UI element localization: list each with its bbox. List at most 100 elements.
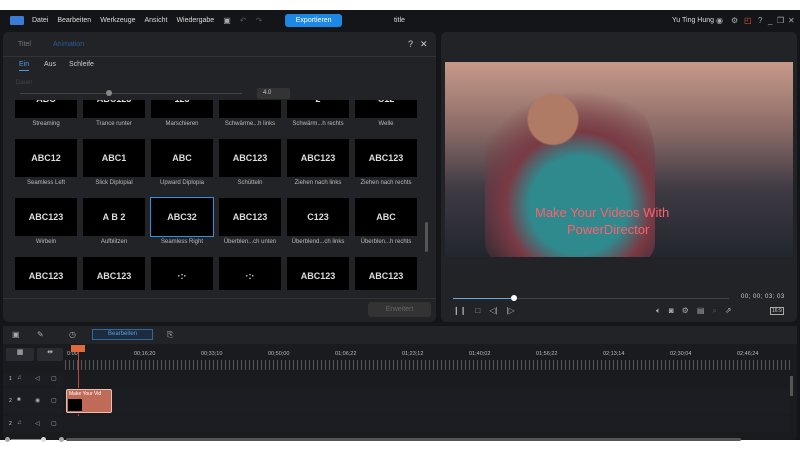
effect-item[interactable]: ABC123 Überblen...ch unten — [219, 198, 281, 245]
effect-item[interactable]: ABC123 — [287, 257, 349, 290]
next-frame-icon[interactable]: |▷ — [506, 306, 514, 315]
mute-icon[interactable]: ◁ — [35, 420, 40, 427]
help-button[interactable]: ? — [408, 39, 413, 49]
effect-item[interactable]: ABC12 Seamless Left — [15, 139, 77, 186]
notification-icon[interactable]: ◰ — [744, 16, 752, 25]
duration-slider[interactable] — [20, 93, 242, 94]
timeline-ruler[interactable] — [65, 360, 790, 370]
effect-item[interactable]: C123 Überblend...ch links — [287, 198, 349, 245]
tab-titel[interactable]: Titel — [18, 41, 31, 48]
pause-icon[interactable]: ❙❙ — [453, 306, 466, 315]
track-2-header: 2 ■ ◉ ▢ — [3, 388, 63, 414]
effect-thumbnail: ABC123 — [15, 198, 77, 236]
zoom-icon[interactable]: ⌕ — [712, 306, 716, 316]
save-icon[interactable]: ▣ — [223, 16, 231, 25]
track-manager-button[interactable]: ▦ — [6, 348, 34, 361]
tab-animation[interactable]: Animation — [53, 41, 84, 48]
menu-werkzeuge[interactable]: Werkzeuge — [100, 17, 135, 24]
subtab-aus[interactable]: Aus — [44, 61, 56, 68]
subtitle-icon[interactable]: ▤ — [697, 306, 705, 316]
zoom-slider-handle[interactable] — [41, 437, 46, 442]
effect-item[interactable]: ABC32 Seamless Right — [150, 197, 214, 245]
lock-icon[interactable]: ▢ — [51, 375, 57, 382]
lock-icon[interactable]: ▢ — [51, 397, 57, 404]
timeline-hscrollbar[interactable] — [66, 438, 741, 441]
menu-datei[interactable]: Datei — [32, 17, 48, 24]
mute-icon[interactable]: ◁ — [35, 375, 40, 382]
export-button[interactable]: Exportieren — [285, 14, 343, 27]
effect-item[interactable]: ABC1 Slick Diplopial — [83, 139, 145, 186]
settings-icon[interactable]: ⚙ — [682, 306, 689, 316]
undo-icon[interactable]: ↶ — [240, 16, 247, 25]
effect-label: Schütteln — [237, 180, 263, 186]
title-clip[interactable]: Make Your Vid — [66, 389, 112, 413]
effect-item[interactable]: ABC123 Trance runter — [83, 100, 145, 127]
effect-item[interactable]: ABC Streaming — [15, 100, 77, 127]
stop-icon[interactable]: □ — [475, 306, 480, 315]
track-2-lane — [65, 388, 790, 414]
app-logo — [10, 16, 24, 25]
zoom-out-icon[interactable] — [5, 437, 10, 442]
edit-button[interactable]: Bearbeiten — [92, 329, 153, 340]
effect-item[interactable]: ABC123 Ziehen nach rechts — [355, 139, 417, 186]
fit-timeline-button[interactable]: ⇹ — [37, 348, 63, 361]
minimize-icon[interactable]: _ — [768, 16, 772, 25]
redo-icon[interactable]: ↷ — [255, 16, 262, 25]
effect-item[interactable]: Schwärme...h links — [219, 100, 281, 127]
close-window-icon[interactable]: ✕ — [788, 16, 795, 25]
zoom-in-icon[interactable] — [59, 437, 64, 442]
edit-pen-icon[interactable]: ✎ — [37, 330, 44, 339]
effect-item[interactable]: ABC123 — [355, 257, 417, 290]
media-room-icon[interactable]: ▣ — [12, 330, 20, 339]
effect-item[interactable]: 2 Schwärm...h rechts — [287, 100, 349, 127]
duration-input[interactable]: 4.0 — [257, 88, 290, 99]
gear-icon[interactable]: ⚙ — [731, 16, 738, 25]
volume-icon[interactable]: 🔈︎ — [656, 306, 661, 316]
effect-item[interactable]: ABC Überblen...h rechts — [355, 198, 417, 245]
aspect-ratio[interactable]: 16:9 — [770, 307, 784, 315]
subtab-ein[interactable]: Ein — [19, 61, 30, 71]
grid-scrollbar[interactable] — [425, 222, 428, 252]
subtab-schleife[interactable]: Schleife — [69, 61, 94, 68]
effect-item[interactable]: 123 Marschieren — [151, 100, 213, 127]
effect-item[interactable]: ABC Upward Diplopia — [151, 139, 213, 186]
effect-item[interactable]: ABC123 — [83, 257, 145, 290]
effect-item[interactable]: ·:· — [151, 257, 213, 290]
clock-icon[interactable]: ◷ — [69, 330, 76, 339]
restore-icon[interactable]: ❐ — [777, 16, 784, 25]
effect-thumbnail: ABC123 — [15, 257, 77, 290]
playback-handle[interactable] — [510, 295, 517, 301]
lock-icon[interactable]: ▢ — [51, 420, 57, 427]
snapshot-icon[interactable]: ◙ — [669, 306, 674, 316]
effect-item[interactable]: ABC123 Wirbeln — [15, 198, 77, 245]
effect-item[interactable]: ABC123 Ziehen nach links — [287, 139, 349, 186]
prev-frame-icon[interactable]: ◁| — [489, 306, 497, 315]
effect-label: Upward Diplopia — [159, 180, 205, 186]
menu-wiedergabe[interactable]: Wiedergabe — [176, 17, 214, 24]
zoom-slider[interactable] — [11, 439, 44, 440]
effect-label: Slick Diplopial — [95, 180, 133, 186]
advanced-button[interactable]: Erweitert — [368, 302, 431, 317]
export-clip-icon[interactable]: ⎘ — [167, 330, 173, 340]
track-number: 2 — [9, 398, 12, 404]
effect-item[interactable]: ·:· — [219, 257, 281, 290]
playhead-marker[interactable] — [71, 345, 85, 352]
external-view-icon[interactable]: ⇗ — [725, 306, 732, 316]
ruler-tick-label: 00;50;00 — [268, 351, 290, 357]
close-button[interactable]: ✕ — [420, 39, 428, 50]
menu-ansicht[interactable]: Ansicht — [144, 17, 167, 24]
effect-item[interactable]: ABC123 Schütteln — [219, 139, 281, 186]
menu-bearbeiten[interactable]: Bearbeiten — [57, 17, 91, 24]
title-designer-panel: Titel Animation ? ✕ Ein Aus Schleife Dau… — [3, 32, 436, 322]
effect-thumbnail — [219, 100, 281, 118]
visibility-icon[interactable]: ◉ — [35, 397, 40, 404]
help-icon[interactable]: ? — [758, 16, 762, 25]
duration-slider-handle[interactable] — [105, 90, 112, 96]
effect-item[interactable]: ABC123 — [15, 257, 77, 290]
effect-item[interactable]: C12 Welle — [355, 100, 417, 127]
timeline-vscrollbar[interactable] — [790, 376, 793, 396]
clip-thumbnail — [68, 399, 82, 411]
account-icon[interactable]: ◉ — [716, 16, 723, 25]
effect-item[interactable]: A B 2 Aufblitzen — [83, 198, 145, 245]
playback-progress[interactable] — [453, 298, 729, 299]
